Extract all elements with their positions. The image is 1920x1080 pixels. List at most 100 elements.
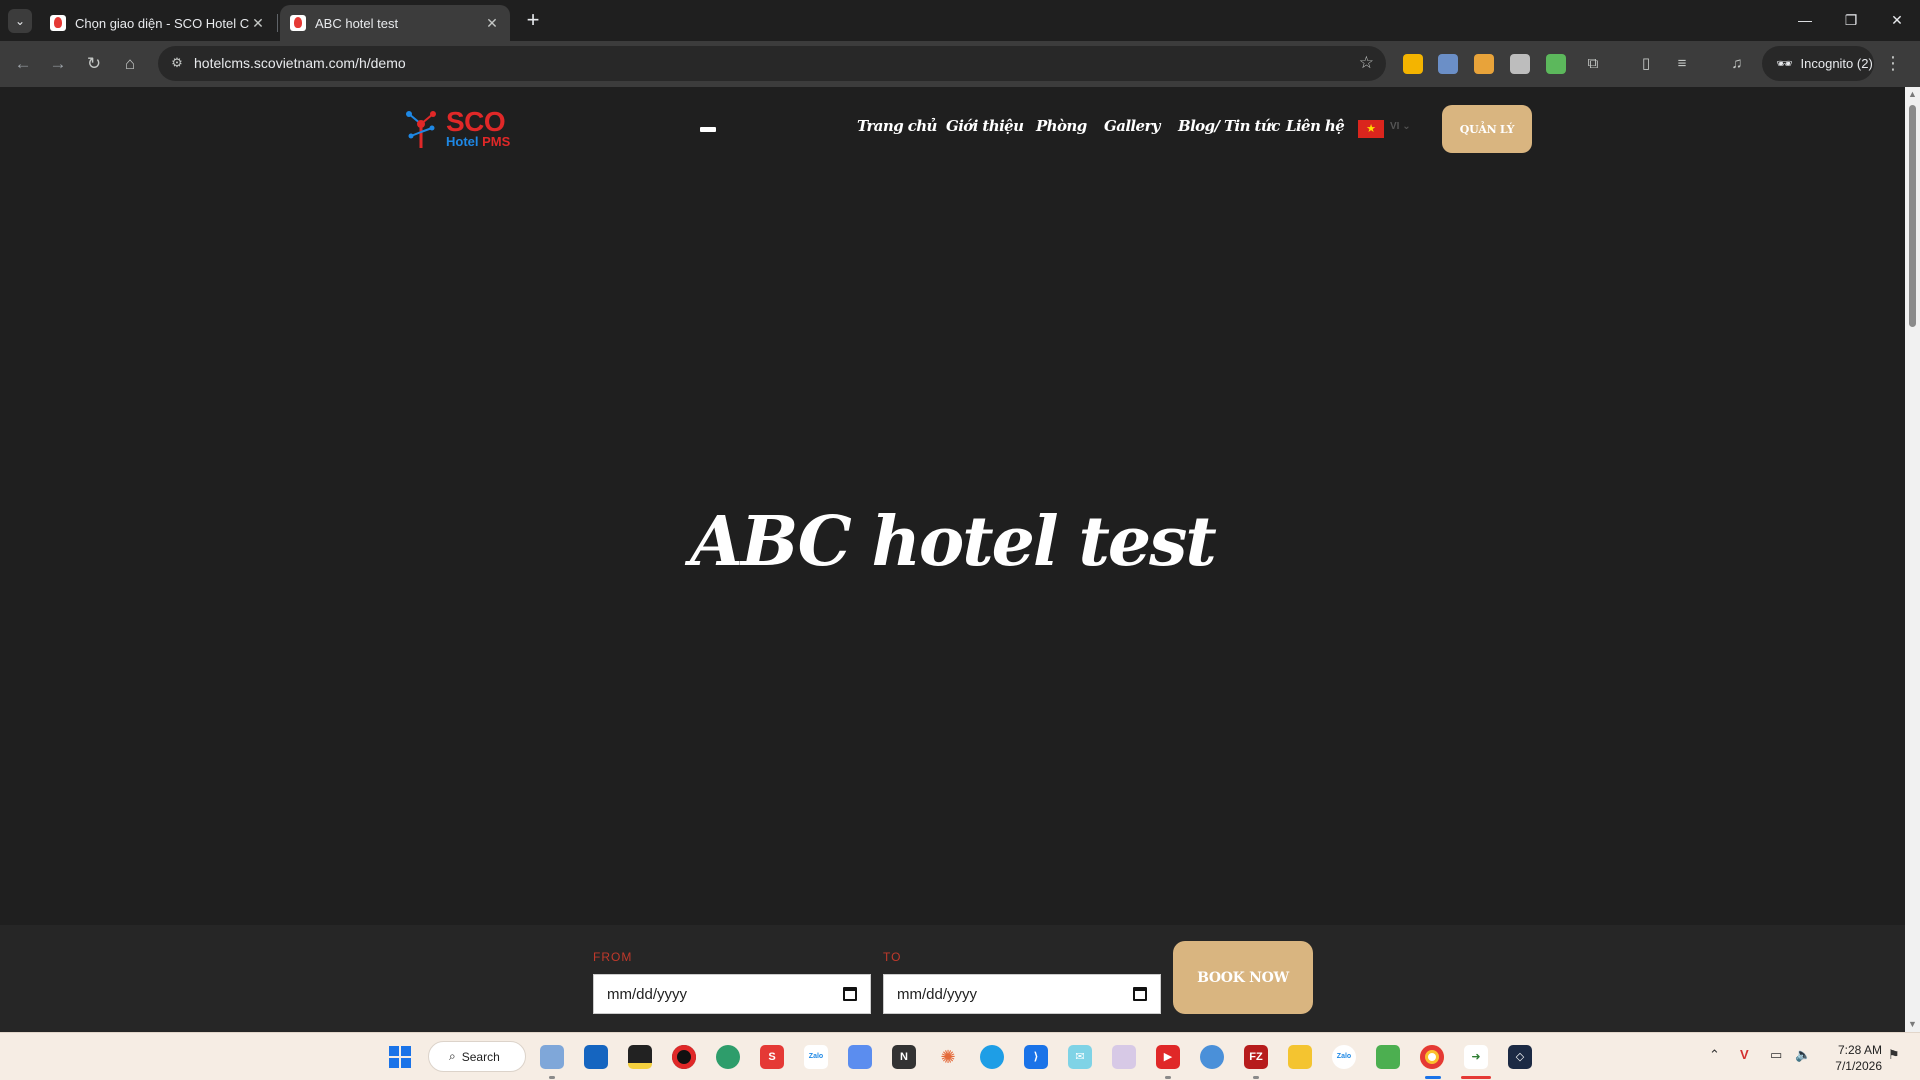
app-running-indicator [1165,1076,1171,1079]
claude-app-icon[interactable]: ✺ [936,1045,960,1069]
reading-mode-icon[interactable]: ▯ [1635,53,1657,75]
calendar-icon[interactable] [1133,987,1147,1001]
site-info-icon[interactable]: ⚙ [168,54,186,72]
logo-hotel-text: Hotel [446,134,479,149]
tab-choose-theme[interactable]: Chọn giao diện - SCO Hotel CMS ✕ [40,5,276,41]
manage-button[interactable]: QUẢN LÝ [1442,105,1532,153]
taskbar-search-label: Search [461,1049,500,1064]
more-menu-icon[interactable]: ⋮ [1884,53,1902,74]
nav-gallery[interactable]: Gallery [1104,117,1160,135]
scroll-down-icon[interactable]: ▼ [1908,1020,1917,1029]
nav-about[interactable]: Giới thiệu [946,117,1024,135]
system-clock[interactable]: 7:28 AM 7/1/2026 [1818,1042,1882,1074]
search-icon: ⌕ [449,1049,456,1063]
spreadsheet-app-icon[interactable] [1376,1045,1400,1069]
extension-yellow-icon[interactable] [1403,54,1423,74]
incognito-button[interactable]: 🕶 Incognito (2) [1762,46,1874,81]
notion-app-icon[interactable]: N [892,1045,916,1069]
nav-blog[interactable]: Blog/ Tin tức [1178,117,1280,135]
app-active-indicator [1425,1076,1441,1079]
edge-app-icon[interactable] [716,1045,740,1069]
chrome-app-icon[interactable] [1420,1045,1444,1069]
snipping-tool-app-icon[interactable] [848,1045,872,1069]
scroll-up-icon[interactable]: ▲ [1908,90,1917,99]
recorder-app-icon[interactable] [672,1045,696,1069]
to-date-input[interactable]: mm/dd/yyyy [883,974,1161,1014]
mail-app-icon[interactable]: ✉ [1068,1045,1092,1069]
tab-title: Chọn giao diện - SCO Hotel CMS [75,15,250,31]
molecule-icon [406,111,436,148]
app-running-indicator [1253,1076,1259,1079]
language-selector[interactable]: VI ⌄ [1390,121,1411,132]
calendar-icon[interactable] [843,987,857,1001]
sco-favicon-icon [50,15,66,31]
close-icon[interactable]: ✕ [250,15,266,32]
forward-icon[interactable]: → [44,50,72,78]
back-icon[interactable]: ← [9,50,37,78]
bookmark-star-icon[interactable]: ☆ [1359,53,1374,73]
network-icon[interactable]: ▭ [1770,1047,1782,1063]
from-label: FROM [593,950,633,964]
vpn-app-icon[interactable]: ◇ [1508,1045,1532,1069]
volume-icon[interactable]: 🔈 [1795,1047,1811,1063]
chevron-up-icon[interactable]: ⌃ [1709,1047,1720,1063]
extension-sq-icon[interactable] [1474,54,1494,74]
hero-title: ABC hotel test [690,502,1217,582]
extensions-puzzle-icon[interactable]: ⧉ [1582,53,1604,75]
booking-bar: FROM mm/dd/yyyy TO mm/dd/yyyy BOOK NOW [0,925,1905,1032]
app-active-indicator [1461,1076,1491,1079]
language-code: VI [1390,121,1400,132]
tab-abc-hotel[interactable]: ABC hotel test ✕ [280,5,510,41]
nav-rooms[interactable]: Phòng [1036,117,1087,135]
to-date-value: mm/dd/yyyy [897,985,978,1003]
home-icon[interactable]: ⌂ [116,50,144,78]
clock-time: 7:28 AM [1837,1043,1882,1057]
minimize-icon[interactable]: — [1782,6,1828,34]
outlook-app-icon[interactable] [584,1045,608,1069]
extension-green-icon[interactable] [1546,54,1566,74]
onedrive-app-icon[interactable] [1200,1045,1224,1069]
nav-home[interactable]: Trang chủ [857,117,937,135]
to-label: TO [883,950,902,964]
tools-app-icon[interactable] [1112,1045,1136,1069]
window-close-icon[interactable]: ✕ [1874,6,1920,34]
camera-extension-icon[interactable] [1510,54,1530,74]
from-date-input[interactable]: mm/dd/yyyy [593,974,871,1014]
media-icon[interactable]: ♫ [1726,53,1748,75]
tab-search-icon[interactable]: ⌄ [8,9,32,33]
windows-start-icon[interactable] [389,1046,411,1068]
zalo-app-icon[interactable]: Zalo [804,1045,828,1069]
youtube-app-icon[interactable]: ▶ [1156,1045,1180,1069]
cloud-drive-app-icon[interactable] [980,1045,1004,1069]
filezilla-app-icon[interactable]: FZ [1244,1045,1268,1069]
clickup-app-icon[interactable] [540,1045,564,1069]
antivirus-tray-icon[interactable]: V [1740,1047,1749,1062]
menu-toggle-icon[interactable] [700,127,716,132]
remote-app-icon[interactable]: ➜ [1464,1045,1488,1069]
web-page: SCO Hotel PMS Trang chủ Giới thiệu Phòng… [0,87,1905,1032]
book-now-button[interactable]: BOOK NOW [1173,941,1313,1014]
sticky-notes-app-icon[interactable] [628,1045,652,1069]
zalo-pc-app-icon[interactable]: Zalo [1332,1045,1356,1069]
page-scrollbar[interactable]: ▲ ▼ [1905,87,1920,1032]
tab-search-icon[interactable]: ≡ [1671,53,1693,75]
site-logo[interactable]: SCO Hotel PMS [405,106,515,150]
file-explorer-app-icon[interactable] [1288,1045,1312,1069]
scroll-thumb[interactable] [1909,105,1916,327]
new-tab-button[interactable]: + [520,8,546,34]
tab-divider [277,14,278,32]
address-bar[interactable]: ⚙ hotelcms.scovietnam.com/h/demo ☆ [158,46,1386,81]
app-running-indicator [549,1076,555,1079]
extension-card-icon[interactable] [1438,54,1458,74]
reload-icon[interactable]: ↻ [80,50,108,78]
vscode-app-icon[interactable]: ⟩ [1024,1045,1048,1069]
close-icon[interactable]: ✕ [484,15,500,32]
vietnam-flag-icon[interactable]: ★ [1358,120,1384,138]
notification-icon[interactable]: ⚑ [1888,1047,1900,1063]
nav-contact[interactable]: Liên hệ [1286,117,1345,135]
restore-icon[interactable]: ❐ [1828,6,1874,34]
logo-subtext: Hotel PMS [446,134,510,149]
url-text[interactable]: hotelcms.scovietnam.com/h/demo [194,55,406,71]
shopee-app-icon[interactable]: S [760,1045,784,1069]
taskbar-search[interactable]: ⌕ Search [428,1041,526,1072]
